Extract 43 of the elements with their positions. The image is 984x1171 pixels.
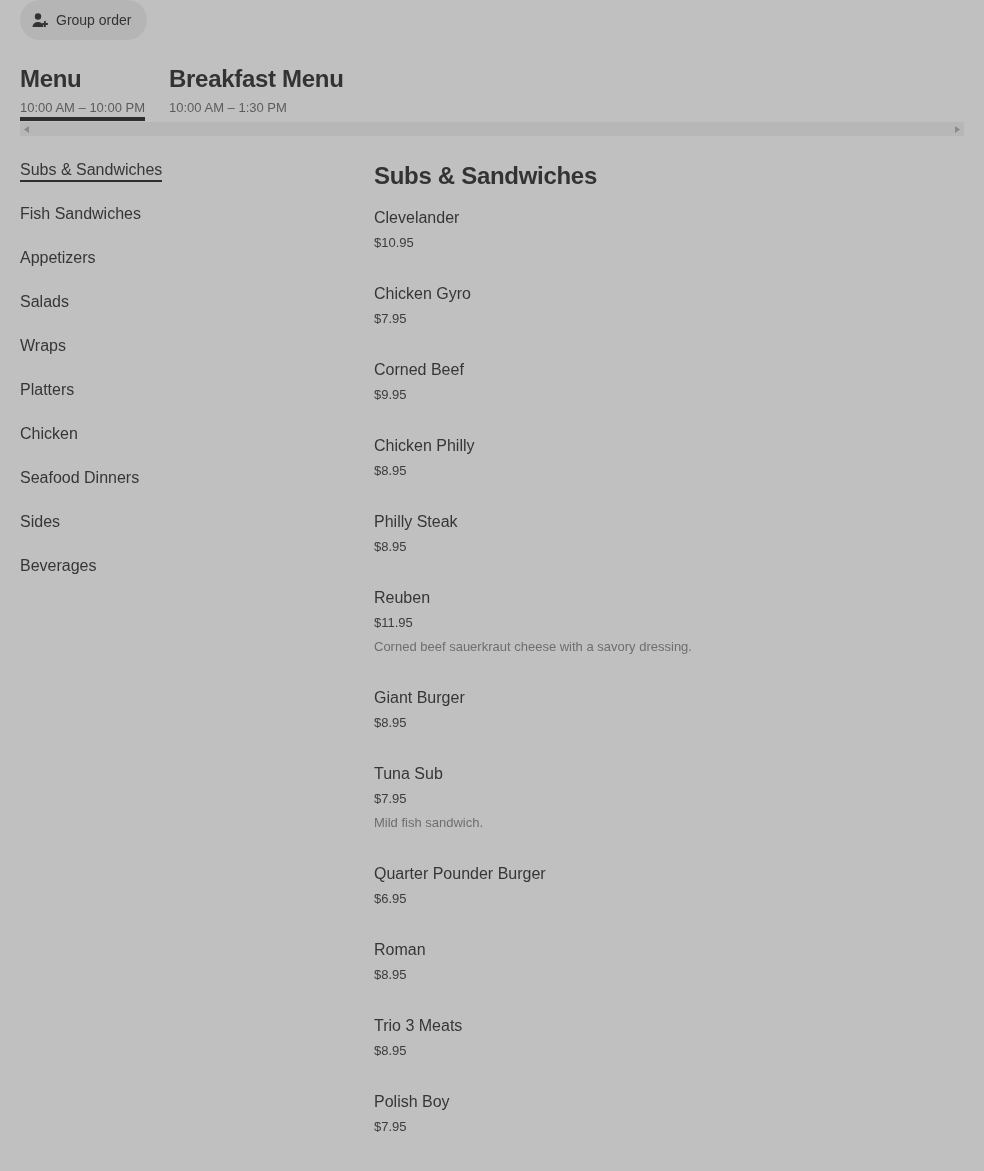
category-link[interactable]: Subs & Sandwiches	[20, 160, 163, 182]
item-price: $7.95	[374, 1118, 407, 1136]
menu-item-name[interactable]: Clevelander	[374, 208, 460, 228]
category-link[interactable]: Sides	[20, 512, 61, 534]
item-price: $9.95	[374, 386, 407, 404]
item-price: $8.95	[374, 966, 407, 984]
category-link[interactable]: Seafood Dinners	[20, 468, 140, 490]
menu-item-name[interactable]: Polish Boy	[374, 1092, 450, 1112]
menu-item-name[interactable]: Chicken Gyro	[374, 284, 471, 304]
item-price: $7.95	[374, 790, 407, 808]
item-description: Mild fish sandwich.	[374, 814, 484, 832]
category-link[interactable]: Fish Sandwiches	[20, 204, 141, 226]
menu-item-name[interactable]: Corned Beef	[374, 360, 464, 380]
category-link[interactable]: Chicken	[20, 424, 78, 446]
item-price: $10.95	[374, 234, 414, 252]
item-price: $8.95	[374, 714, 407, 732]
horizontal-scrollbar[interactable]	[20, 122, 964, 136]
menu-tab[interactable]: Breakfast Menu 10:00 AM – 1:30 PM	[169, 64, 344, 121]
item-price: $11.95	[374, 614, 413, 632]
category-link[interactable]: Beverages	[20, 556, 97, 578]
menu-item-name[interactable]: Roman	[374, 940, 426, 960]
menu-item-name[interactable]: Tuna Sub	[374, 764, 443, 784]
category-link[interactable]: Platters	[20, 380, 75, 402]
item-price: $7.95	[374, 310, 407, 328]
section-heading: Subs & Sandwiches	[374, 161, 598, 191]
menu-item-name[interactable]: Trio 3 Meats	[374, 1016, 463, 1036]
right-arrow-icon[interactable]	[955, 125, 960, 133]
item-price: $8.95	[374, 538, 407, 556]
item-price: $8.95	[374, 1042, 407, 1060]
person-add-icon	[32, 12, 48, 28]
group-order-button[interactable]: Group order	[20, 0, 148, 40]
menu-item-name[interactable]: Philly Steak	[374, 512, 458, 532]
menu-item-name[interactable]: Giant Burger	[374, 688, 465, 708]
category-link[interactable]: Salads	[20, 292, 69, 314]
item-price: $8.95	[374, 462, 407, 480]
category-link[interactable]: Appetizers	[20, 248, 96, 270]
left-arrow-icon[interactable]	[24, 125, 29, 133]
menu-item-name[interactable]: Quarter Pounder Burger	[374, 864, 546, 884]
category-link[interactable]: Wraps	[20, 336, 66, 358]
menu-item-name[interactable]: Reuben	[374, 588, 431, 608]
menu-item-name[interactable]: Chicken Philly	[374, 436, 475, 456]
item-price: $6.95	[374, 890, 407, 908]
item-description: Corned beef sauerkraut cheese with a savory dressing.	[374, 638, 692, 656]
